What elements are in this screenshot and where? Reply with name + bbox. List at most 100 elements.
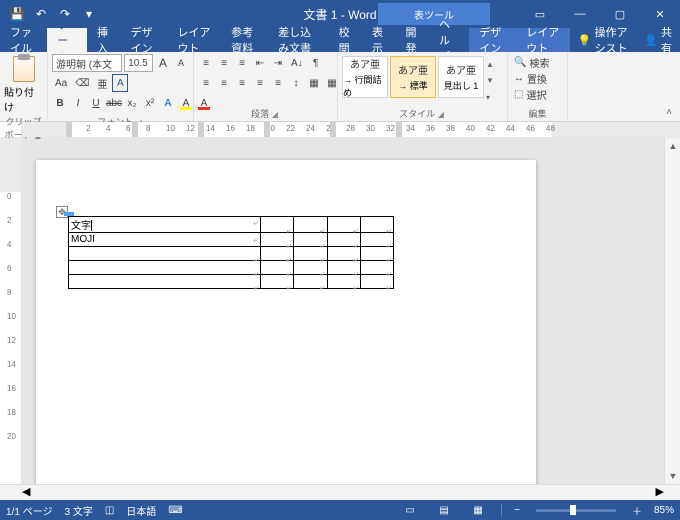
table-cell[interactable]: ⤶ <box>327 233 360 247</box>
table-row[interactable]: 文字⤶⤶⤶⤶⤶ <box>69 217 394 233</box>
bullets-button[interactable]: ≡ <box>198 54 214 72</box>
tab-review[interactable]: 校閲 <box>329 28 362 52</box>
tell-me-search[interactable]: 💡 操作アシスト <box>570 28 636 52</box>
spellcheck-icon[interactable]: ◫ <box>105 505 114 516</box>
superscript-button[interactable]: x² <box>142 94 158 112</box>
font-size-combo[interactable]: 10.5 <box>124 54 153 72</box>
align-center-button[interactable]: ≡ <box>216 74 232 92</box>
distribute-button[interactable]: ≡ <box>270 74 286 92</box>
table-cell[interactable]: ⤶ <box>294 275 327 289</box>
language-indicator[interactable]: 日本語 <box>126 503 156 518</box>
collapse-ribbon-button[interactable]: ˄ <box>660 105 678 119</box>
text-effects-button[interactable]: A <box>160 94 176 112</box>
tab-file[interactable]: ファイル <box>0 28 47 52</box>
table-row[interactable]: ⤶⤶⤶⤶⤶ <box>69 275 394 289</box>
table-cell[interactable]: ⤶ <box>327 261 360 275</box>
tab-mailings[interactable]: 差し込み文書 <box>268 28 328 52</box>
shading-button[interactable]: ▦ <box>306 74 322 92</box>
style-heading1[interactable]: あア亜 見出し 1 <box>438 56 484 98</box>
decrease-indent-button[interactable]: ⇤ <box>252 54 268 72</box>
web-layout-button[interactable]: ▦ <box>467 502 489 518</box>
tab-view[interactable]: 表示 <box>362 28 395 52</box>
show-marks-button[interactable]: ¶ <box>308 54 324 72</box>
table-cell[interactable]: ⤶ <box>294 261 327 275</box>
table-cell[interactable]: ⤶ <box>261 217 294 233</box>
table-cell[interactable]: ⤶ <box>360 217 393 233</box>
styles-expand[interactable]: ▾ <box>486 93 498 102</box>
scroll-down-button[interactable]: ▼ <box>665 468 680 484</box>
underline-button[interactable]: U <box>88 94 104 112</box>
table-cell[interactable]: ⤶ <box>261 233 294 247</box>
table-cell[interactable]: ⤶ <box>294 217 327 233</box>
align-left-button[interactable]: ≡ <box>198 74 214 92</box>
qat-customize-button[interactable]: ▾ <box>78 3 100 25</box>
horizontal-scrollbar[interactable]: ◀ ▶ <box>0 484 680 500</box>
print-layout-button[interactable]: ▤ <box>433 502 455 518</box>
table-cell[interactable]: ⤶ <box>261 275 294 289</box>
increase-indent-button[interactable]: ⇥ <box>270 54 286 72</box>
style-line-spacing[interactable]: あア亜 → 行間詰め <box>342 56 388 98</box>
character-border-button[interactable]: A <box>112 74 128 92</box>
tab-table-design[interactable]: デザイン <box>469 28 516 52</box>
document-table[interactable]: 文字⤶⤶⤶⤶⤶MOJI⤶⤶⤶⤶⤶⤶⤶⤶⤶⤶⤶⤶⤶⤶⤶⤶⤶⤶⤶⤶ <box>68 216 394 289</box>
replace-button[interactable]: ↔置換 <box>512 70 563 86</box>
change-case-button[interactable]: Aa <box>52 74 70 92</box>
share-button[interactable]: 👤 共有 <box>636 28 680 52</box>
tab-help[interactable]: ヘルプ <box>429 28 469 52</box>
zoom-in-button[interactable]: ＋ <box>632 503 642 518</box>
paragraph-launcher[interactable]: ◢ <box>272 110 280 119</box>
vertical-ruler[interactable]: 02468101214161820 <box>0 138 22 484</box>
phonetic-guide-button[interactable]: 亜 <box>94 74 110 92</box>
table-row[interactable]: MOJI⤶⤶⤶⤶⤶ <box>69 233 394 247</box>
table-row[interactable]: ⤶⤶⤶⤶⤶ <box>69 247 394 261</box>
multilevel-list-button[interactable]: ≡ <box>234 54 250 72</box>
table-cell[interactable]: ⤶ <box>261 247 294 261</box>
page[interactable]: ✥ 文字⤶⤶⤶⤶⤶MOJI⤶⤶⤶⤶⤶⤶⤶⤶⤶⤶⤶⤶⤶⤶⤶⤶⤶⤶⤶⤶ <box>36 160 536 484</box>
tab-home[interactable]: ホーム <box>47 28 87 52</box>
table-cell[interactable]: ⤶ <box>294 233 327 247</box>
bold-button[interactable]: B <box>52 94 68 112</box>
table-cell[interactable]: ⤶ <box>294 247 327 261</box>
grow-font-button[interactable]: A <box>155 54 171 72</box>
numbering-button[interactable]: ≡ <box>216 54 232 72</box>
table-cell[interactable]: ⤶ <box>69 275 261 289</box>
select-button[interactable]: ⬚選択 <box>512 86 563 102</box>
scroll-left-button[interactable]: ◀ <box>22 485 30 500</box>
paste-button[interactable]: 貼り付け <box>4 54 43 114</box>
table-row[interactable]: ⤶⤶⤶⤶⤶ <box>69 261 394 275</box>
table-cell[interactable]: ⤶ <box>327 275 360 289</box>
vertical-scrollbar[interactable]: ▲ ▼ <box>664 138 680 484</box>
tab-table-layout[interactable]: レイアウト <box>516 28 570 52</box>
justify-button[interactable]: ≡ <box>252 74 268 92</box>
scroll-track[interactable] <box>665 154 680 468</box>
table-cell[interactable]: ⤶ <box>261 261 294 275</box>
table-cell[interactable]: ⤶ <box>327 217 360 233</box>
table-cell[interactable]: ⤶ <box>327 247 360 261</box>
zoom-slider[interactable] <box>536 509 616 512</box>
table-cell[interactable]: ⤶ <box>360 233 393 247</box>
style-normal[interactable]: あア亜 → 標準 <box>390 56 436 98</box>
zoom-out-button[interactable]: − <box>514 505 520 516</box>
horizontal-ruler[interactable]: 0246810121416182022242628303234363840424… <box>22 122 680 137</box>
word-count[interactable]: 3 文字 <box>64 503 92 518</box>
document-canvas[interactable]: ✥ 文字⤶⤶⤶⤶⤶MOJI⤶⤶⤶⤶⤶⤶⤶⤶⤶⤶⤶⤶⤶⤶⤶⤶⤶⤶⤶⤶ <box>22 138 664 484</box>
styles-launcher[interactable]: ◢ <box>438 110 446 119</box>
save-button[interactable]: 💾 <box>6 3 28 25</box>
font-color-button[interactable]: A <box>196 94 212 112</box>
tab-design[interactable]: デザイン <box>120 28 167 52</box>
close-button[interactable]: ✕ <box>640 0 680 28</box>
shrink-font-button[interactable]: A <box>173 54 189 72</box>
font-name-combo[interactable]: 游明朝 (本文 <box>52 54 122 72</box>
read-mode-button[interactable]: ▭ <box>399 502 421 518</box>
table-cell[interactable]: MOJI⤶ <box>69 233 261 247</box>
highlight-button[interactable]: A <box>178 94 194 112</box>
subscript-button[interactable]: x₂ <box>124 94 140 112</box>
input-mode-icon[interactable]: ⌨ <box>168 505 182 516</box>
scroll-h-track[interactable] <box>30 485 655 500</box>
tab-insert[interactable]: 挿入 <box>87 28 120 52</box>
table-cell[interactable]: ⤶ <box>360 261 393 275</box>
strikethrough-button[interactable]: abc <box>106 94 122 112</box>
table-cell[interactable]: ⤶ <box>69 247 261 261</box>
sort-button[interactable]: A↓ <box>288 54 306 72</box>
styles-scroll-up[interactable]: ▲ <box>486 60 498 69</box>
